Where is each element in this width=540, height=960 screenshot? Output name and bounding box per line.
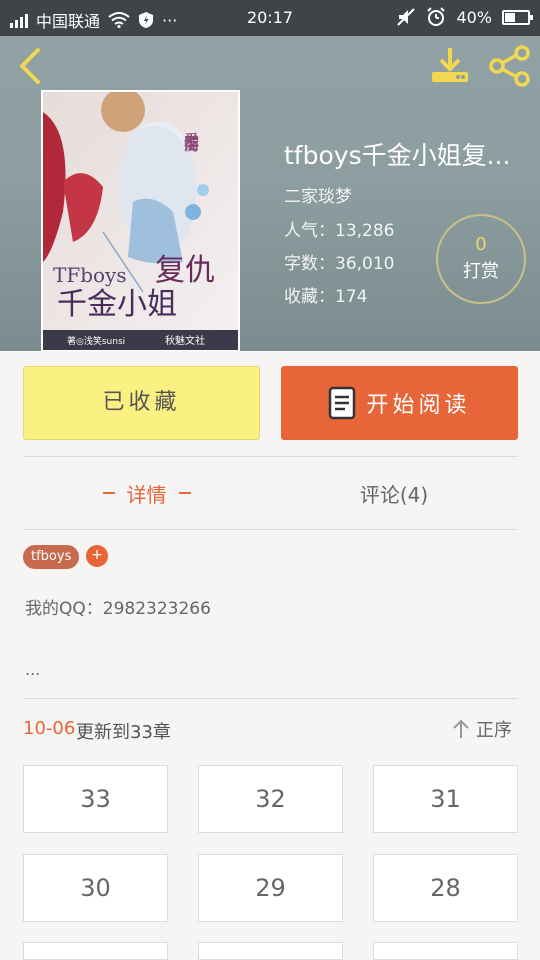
divider xyxy=(23,529,518,530)
sort-order-label: 正序 xyxy=(476,720,512,741)
chapter-item[interactable]: 28 xyxy=(373,854,518,922)
tab-details[interactable]: 详情 xyxy=(23,460,270,526)
chapter-item[interactable] xyxy=(23,942,168,960)
tab-details-label: 详情 xyxy=(126,482,167,507)
book-title: tfboys千金小姐复... xyxy=(284,141,511,170)
download-button[interactable] xyxy=(428,44,472,88)
author-name[interactable]: 二家琰梦 xyxy=(284,182,352,207)
chapter-item[interactable] xyxy=(198,942,343,960)
update-status: 更新到33章 xyxy=(76,722,171,743)
chapter-item[interactable]: 31 xyxy=(373,765,518,833)
cover-art: 爱上你，不后悔 TFboys 复仇 千金小姐 著◎浅笑sunsi 秋魅文社 xyxy=(43,92,238,350)
cover-author-text: 著◎浅笑sunsi xyxy=(67,335,125,347)
chapter-item[interactable] xyxy=(373,942,518,960)
chapter-item[interactable]: 33 xyxy=(23,765,168,833)
cover-title-text: 千金小姐 xyxy=(57,287,177,322)
chapter-item[interactable]: 32 xyxy=(198,765,343,833)
book-cover[interactable]: 爱上你，不后悔 TFboys 复仇 千金小姐 著◎浅笑sunsi 秋魅文社 xyxy=(41,90,240,351)
divider xyxy=(23,456,518,457)
book-icon xyxy=(329,386,356,420)
arrow-up-icon xyxy=(453,719,469,738)
book-header: 爱上你，不后悔 TFboys 复仇 千金小姐 著◎浅笑sunsi 秋魅文社 tf… xyxy=(0,36,540,351)
alarm-icon xyxy=(427,7,446,26)
cover-revenge-text: 复仇 xyxy=(155,253,215,288)
add-tag-button[interactable]: + xyxy=(86,545,108,567)
tab-comments[interactable]: 评论(4) xyxy=(270,460,518,526)
battery-percent: 40% xyxy=(456,7,492,27)
mute-icon xyxy=(397,8,416,26)
tab-indicator-right xyxy=(178,492,191,494)
book-description: 我的QQ：2982323266 xyxy=(25,599,211,619)
start-reading-label: 开始阅读 xyxy=(366,393,471,418)
start-reading-button[interactable]: 开始阅读 xyxy=(281,366,518,440)
back-button[interactable] xyxy=(12,46,48,86)
favorites-stat: 收藏：174 xyxy=(284,287,368,307)
reward-label: 打赏 xyxy=(463,261,499,282)
chapter-item[interactable]: 29 xyxy=(198,854,343,922)
share-button[interactable] xyxy=(488,44,532,88)
collected-button[interactable]: 已收藏 xyxy=(23,366,260,440)
divider xyxy=(23,698,518,699)
reward-count: 0 xyxy=(475,234,487,255)
chapter-item[interactable]: 30 xyxy=(23,854,168,922)
battery-icon xyxy=(502,9,533,25)
tab-indicator-left xyxy=(102,492,115,494)
popularity-stat: 人气：13,286 xyxy=(284,221,395,241)
sort-order-button[interactable]: 正序 xyxy=(452,716,512,742)
description-more[interactable]: ... xyxy=(25,660,40,679)
cover-brand-text: TFboys xyxy=(53,263,127,287)
cover-love-text: 爱上你，不后悔 xyxy=(182,132,200,152)
status-bar: 中国联通 ··· 20:17 40% xyxy=(0,0,540,36)
update-date: 10-06 xyxy=(23,718,76,739)
reward-button[interactable]: 0 打赏 xyxy=(436,214,526,304)
tag-chip[interactable]: tfboys xyxy=(23,545,80,569)
cover-publisher-text: 秋魅文社 xyxy=(165,334,205,347)
word-count-stat: 字数：36,010 xyxy=(284,254,395,274)
